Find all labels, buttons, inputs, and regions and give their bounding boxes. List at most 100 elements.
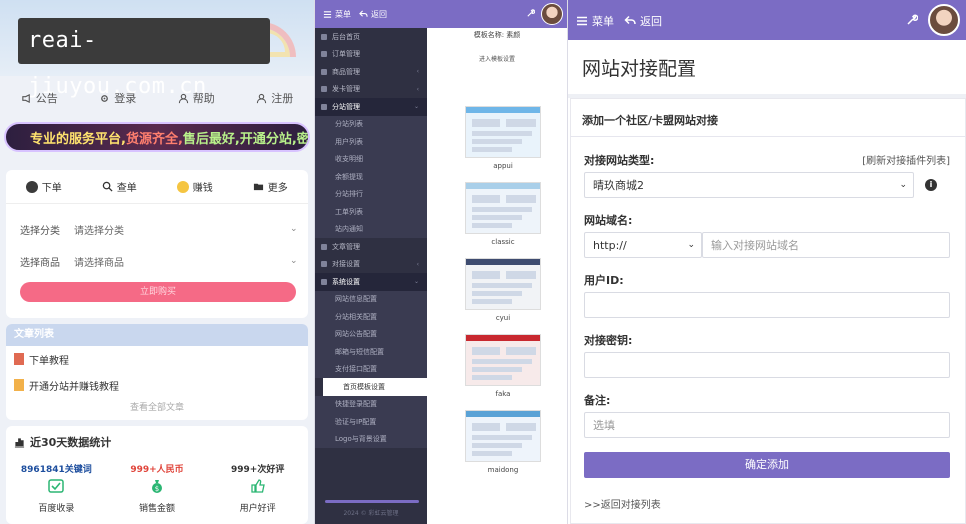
nav-register[interactable]: 注册 [236,84,315,112]
secret-input[interactable] [584,352,950,378]
back-button[interactable]: 返回 [624,13,662,29]
thumbnail-block [506,195,536,203]
menu-item-icon [321,261,327,268]
thumbnail-block [506,119,536,127]
template-thumbnail[interactable] [465,410,541,462]
sidebar-item[interactable]: 商品管理 ‹ [315,63,427,81]
thumbnail-block [472,423,500,431]
sidebar-item[interactable]: 分站列表 [315,115,427,133]
enter-template-settings-link[interactable]: 进入模板设置 [427,54,567,63]
list-item[interactable]: 开通分站并赚钱教程 [6,372,308,398]
sidebar-item[interactable]: Logo与背景设置 [315,430,427,448]
sidebar-item[interactable]: 站内通知 [315,220,427,238]
submit-button[interactable]: 确定添加 [584,452,950,478]
sidebar-item-label: 工单列表 [335,207,363,216]
wrench-icon[interactable] [526,9,535,18]
template-thumbnail[interactable] [465,334,541,386]
sidebar-item[interactable]: 支付接口配置 [315,360,427,378]
list-item[interactable]: 下单教程 [6,346,308,372]
template-label: faka [495,390,511,398]
sidebar-item[interactable]: 系统设置 ⌄ [315,273,427,291]
template-content: 模板名称: 素颜 进入模板设置 appui classic cyui faka maid… [427,28,567,524]
thumbnail-block [472,359,532,364]
smile-icon [176,180,189,193]
sidebar-item[interactable]: 分站排行 [315,185,427,203]
thumbnail-block [472,283,532,288]
product-select[interactable]: 选择商品 请选择商品 ⌄ [20,248,300,274]
back-arrow-icon [359,10,368,17]
sidebar-item-label: 商品管理 [332,67,360,76]
thumbnail-block [472,131,532,136]
back-to-list-link[interactable]: >>返回对接列表 [584,496,661,511]
user-id-input[interactable] [584,292,950,318]
sidebar-item[interactable]: 网站信息配置 [315,290,427,308]
stat-reviews: 999+次好评 用户好评 [207,462,308,514]
tab-query[interactable]: 查单 [82,179,158,194]
user-avatar[interactable] [541,3,563,25]
user-avatar[interactable] [928,4,960,36]
wrench-icon[interactable] [906,14,918,26]
protocol-select[interactable]: http:// ⌄ [584,232,702,258]
template-label: appui [493,162,513,170]
thumbnail-block [472,375,512,380]
form-card-title: 添加一个社区/卡盟网站对接 [582,114,719,127]
select-value: http:// [593,238,627,252]
sidebar-item-label: 对接设置 [332,260,360,269]
nav-login[interactable]: 登录 [79,84,158,112]
tab-order[interactable]: 下单 [6,179,82,194]
watermark-overlay: reai-jiuyou.com.cn [18,18,270,99]
admin-sidebar: 后台首页 订单管理 商品管理 ‹ 发卡管理 ‹ 分站管理 ⌄ 分站列表 用户列表 收支明细 余额提现分… [315,28,427,524]
category-select[interactable]: 选择分类 请选择分类 ⌄ [20,216,300,242]
sidebar-item[interactable]: 对接设置 ‹ [315,256,427,274]
template-name: 模板名称: 素颜 [473,31,521,39]
thumbnail-block [472,139,522,144]
sidebar-item[interactable]: 工单列表 [315,203,427,221]
tab-earn[interactable]: 赚钱 [157,179,233,194]
sidebar-item-label: 分站相关配置 [335,312,377,321]
buy-button[interactable]: 立即购买 [20,282,296,302]
sidebar-item-label: 网站公告配置 [335,330,377,339]
sidebar-item[interactable]: 收支明细 [315,150,427,168]
nav-label: 公告 [35,92,58,105]
sidebar-item[interactable]: 发卡管理 ‹ [315,81,427,99]
domain-input[interactable]: 输入对接网站域名 [702,232,950,258]
input-placeholder: 输入对接网站域名 [711,239,799,252]
template-thumbnail[interactable] [465,182,541,234]
thumbnail-header [466,183,540,189]
promo-marquee: 专业的服务平台, 货源齐全, 售后最好,开通分站,密价 [4,122,310,152]
sidebar-item[interactable]: 分站相关配置 [315,308,427,326]
site-type-select[interactable]: 晴玖商城2 ⌄ [584,172,914,198]
sidebar-item[interactable]: 文章管理 [315,238,427,256]
sidebar-item[interactable]: 邮箱与短信配置 [315,343,427,361]
sidebar-item[interactable]: 快捷登录配置 [315,395,427,413]
menu-item-icon [321,278,327,285]
sidebar-item[interactable]: 验证与IP配置 [315,413,427,431]
stat-label: 用户好评 [239,504,276,514]
marquee-text-1: 专业的服务平台, [30,131,126,147]
stat-sales: 999+人民币 $ 销售金额 [107,462,208,514]
sidebar-item-label: 邮箱与短信配置 [335,347,384,356]
sidebar-item[interactable]: 首页模板设置 [323,378,427,396]
more-articles-link[interactable]: 查看全部文章 [6,398,308,418]
sidebar-item[interactable]: 订单管理 [315,46,427,64]
thumbnail-block [472,207,532,212]
nav-notice[interactable]: 公告 [0,84,79,112]
sidebar-item[interactable]: 分站管理 ⌄ [315,98,427,116]
note-input[interactable]: 选填 [584,412,950,438]
thumbnail-block [506,423,536,431]
sidebar-item[interactable]: 余额提现 [315,168,427,186]
menu-button[interactable]: 菜单 [576,13,614,29]
user-icon [178,93,188,103]
back-button[interactable]: 返回 [359,9,387,20]
refresh-plugins-link[interactable]: [刷新对接插件列表] [862,152,950,167]
sidebar-item[interactable]: 后台首页 [315,28,427,46]
nav-help[interactable]: 帮助 [157,84,236,112]
info-icon[interactable]: i [925,179,937,191]
sidebar-item[interactable]: 用户列表 [315,133,427,151]
template-thumbnail[interactable] [465,258,541,310]
marquee-text-3: 售后最好,开通分站,密价 [182,131,310,147]
menu-button[interactable]: 菜单 [323,9,351,20]
tab-more[interactable]: 更多 [233,179,309,194]
sidebar-item[interactable]: 网站公告配置 [315,325,427,343]
template-thumbnail[interactable] [465,106,541,158]
